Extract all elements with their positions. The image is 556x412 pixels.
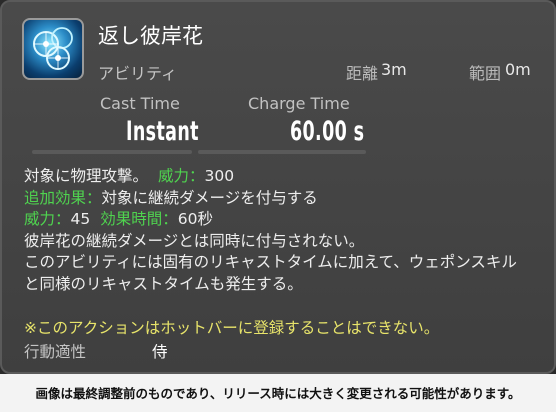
job-label: 行動適性 xyxy=(24,343,87,361)
description-line-6: と同様のリキャストタイムも発生する。 xyxy=(24,274,303,293)
range-label: 距離 xyxy=(346,64,379,83)
description-line-1: 対象に物理攻撃。 威力：300 xyxy=(24,167,235,185)
description-line-3: 威力：45 効果時間：60秒 xyxy=(24,210,213,228)
charge-time-label: Charge Time xyxy=(248,94,350,113)
hotbar-note: ※このアクションはホットバーに登録することはできない。 xyxy=(24,319,440,337)
description-line-4: 彼岸花の継続ダメージとは同時に付与されない。 xyxy=(24,231,365,250)
disclaimer-footer: 画像は最終調整前のものであり、リリース時には大きく変更される可能性があります。 xyxy=(0,374,556,412)
action-name: 返し彼岸花 xyxy=(98,24,203,48)
radius-label: 範囲 xyxy=(469,64,502,83)
cast-time-label: Cast Time xyxy=(100,94,180,113)
action-tooltip: 返し彼岸花 アビリティ 距離 3m 範囲 0m Cast Time Instan… xyxy=(0,0,556,374)
chakram-icon xyxy=(22,18,84,80)
action-type: アビリティ xyxy=(98,64,178,83)
range-value: 3m xyxy=(381,60,407,79)
description-line-5: このアビリティには固有のリキャストタイムに加えて、ウェポンスキル xyxy=(24,253,517,271)
disclaimer-text: 画像は最終調整前のものであり、リリース時には大きく変更される可能性があります。 xyxy=(35,386,521,401)
radius-value: 0m xyxy=(505,60,531,79)
action-description: 対象に物理攻撃。 威力：300 追加効果：対象に継続ダメージを付与する 威力：45… xyxy=(24,166,517,295)
cast-divider xyxy=(32,150,192,154)
description-line-2: 追加効果：対象に継続ダメージを付与する xyxy=(24,188,318,207)
charge-time-value: 60.00 s xyxy=(290,116,365,147)
cast-time-value: Instant xyxy=(126,116,199,147)
charge-divider xyxy=(198,150,366,154)
job-value: 侍 xyxy=(152,343,168,361)
